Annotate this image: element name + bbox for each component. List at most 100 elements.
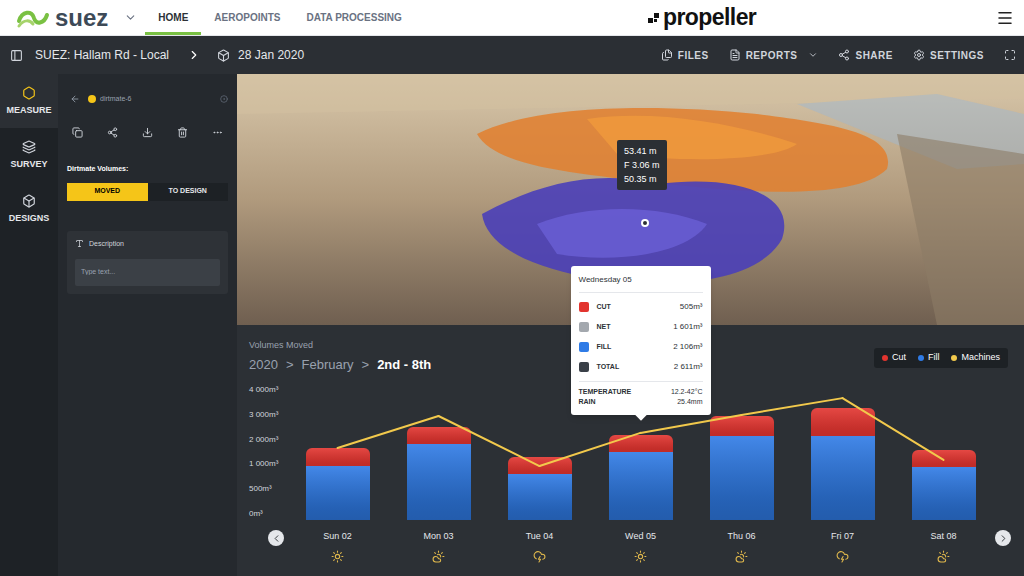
breadcrumb-item[interactable]: 2020	[249, 356, 278, 374]
description-card: Description	[67, 231, 228, 294]
toolbar-action[interactable]: FILES	[661, 48, 709, 63]
storm-weather-icon	[836, 550, 849, 563]
day-row: Sun 02Mon 03Tue 04Wed 05Thu 06Fri 07Sat …	[249, 530, 1012, 563]
app: suez HOMEAEROPOINTSDATA PROCESSING propell…	[0, 0, 1024, 576]
prev-week-button[interactable]	[268, 530, 284, 546]
day-label[interactable]: Fri 07	[792, 530, 893, 563]
side-panel: dirtmate-6Dirtmate Volumes:MOVEDTO DESIG…	[58, 74, 237, 576]
bar-column[interactable]	[893, 384, 994, 520]
toolbar-action[interactable]: SETTINGS	[913, 48, 984, 63]
right-group	[756, 0, 1024, 35]
description-input[interactable]	[75, 259, 220, 286]
nav-item[interactable]: DATA PROCESSING	[293, 0, 414, 35]
fill-bar[interactable]	[407, 444, 471, 520]
fill-bar[interactable]	[811, 436, 875, 520]
fill-bar[interactable]	[912, 467, 976, 520]
rail-item[interactable]: SURVEY	[0, 128, 58, 182]
rail-item[interactable]: MEASURE	[0, 74, 58, 128]
machines-segment	[843, 398, 944, 460]
machines-segment	[742, 398, 843, 415]
storm-weather-icon	[533, 550, 546, 563]
swatch	[579, 362, 589, 372]
bar-column[interactable]	[388, 384, 489, 520]
tool-icon[interactable]	[72, 127, 83, 138]
back-arrow-icon[interactable]	[70, 94, 80, 104]
bar-column[interactable]	[287, 384, 388, 520]
survey-date[interactable]: 28 Jan 2020	[238, 46, 304, 64]
fill-bar[interactable]	[710, 436, 774, 520]
action-icon	[913, 49, 925, 61]
rail-item[interactable]: DESIGNS	[0, 182, 58, 236]
day-label[interactable]: Wed 05	[590, 530, 691, 563]
logo-text: propeller	[663, 6, 756, 29]
bar-column[interactable]	[792, 384, 893, 520]
cut-bar[interactable]	[912, 450, 976, 467]
chevron-right-icon	[187, 48, 201, 62]
cut-bar[interactable]	[407, 427, 471, 444]
fill-bar[interactable]	[609, 452, 673, 520]
y-tick: 1 000m³	[249, 458, 287, 470]
day-label[interactable]: Sun 02	[287, 530, 388, 563]
toolbar-action[interactable]: REPORTS	[729, 48, 819, 63]
legend-item[interactable]: Machines	[951, 351, 1000, 365]
cut-bar[interactable]	[710, 416, 774, 436]
fullscreen-icon[interactable]	[1004, 49, 1016, 61]
tool-icon[interactable]	[142, 127, 153, 138]
fill-bar[interactable]	[306, 466, 370, 520]
dropdown-caret-icon	[808, 50, 818, 60]
item-name[interactable]: dirtmate-6	[100, 94, 132, 105]
machines-segment	[641, 415, 742, 433]
cloud-sun-weather-icon	[432, 550, 445, 563]
swatch	[579, 322, 589, 332]
marker-dot[interactable]	[641, 219, 649, 227]
day-label[interactable]: Thu 06	[691, 530, 792, 563]
sun-weather-icon	[331, 550, 344, 563]
day-label[interactable]: Mon 03	[388, 530, 489, 563]
tool-icon[interactable]	[212, 127, 223, 138]
left-rail: MEASURESURVEYDESIGNS	[0, 74, 58, 576]
breadcrumb-item[interactable]: 2nd - 8th	[377, 356, 431, 374]
left-group: suez HOMEAEROPOINTSDATA PROCESSING	[0, 0, 648, 35]
menu-icon[interactable]	[996, 9, 1014, 27]
action-icon	[729, 49, 741, 61]
fill-bar[interactable]	[508, 474, 572, 520]
top-bar: suez HOMEAEROPOINTSDATA PROCESSING propell…	[0, 0, 1024, 36]
cut-bar[interactable]	[306, 448, 370, 466]
y-tick: 0m³	[249, 508, 287, 520]
cloud-sun-weather-icon	[937, 550, 950, 563]
tooltip-row: TOTAL2 611m³	[579, 357, 703, 377]
tool-icon[interactable]	[177, 127, 188, 138]
day-label[interactable]: Sat 08	[893, 530, 994, 563]
mode-option[interactable]: MOVED	[67, 183, 148, 201]
plot-row: 4 000m³3 000m³2 000m³1 000m³500m³0m³Wedn…	[249, 384, 1012, 520]
nav-item[interactable]: AEROPOINTS	[201, 0, 293, 35]
suez-logo[interactable]: suez	[16, 6, 108, 30]
brand-dropdown-icon[interactable]	[124, 11, 137, 24]
day-label[interactable]: Tue 04	[489, 530, 590, 563]
tool-icon[interactable]	[107, 127, 118, 138]
toolbar-action[interactable]: SHARE	[838, 48, 893, 63]
legend: Cut Fill Machines	[874, 348, 1008, 368]
next-week-button[interactable]	[995, 530, 1011, 546]
machines-segment	[439, 416, 540, 466]
chevron-right-icon	[998, 533, 1009, 544]
project-toolbar: SUEZ: Hallam Rd - Local 28 Jan 2020 FILES R…	[0, 36, 1024, 74]
cut-bar[interactable]	[508, 457, 572, 474]
tooltip-row: CUT505m³	[579, 297, 703, 317]
bar-column[interactable]: Wednesday 05CUT505m³NET1 601m³FILL2 106m…	[590, 384, 691, 520]
rail-icon	[22, 194, 36, 208]
main-area: 53.41 mF 3.06 m50.35 mVolumes Moved2020>…	[237, 74, 1024, 576]
cube-icon	[217, 49, 230, 62]
nav-item[interactable]: HOME	[145, 0, 201, 35]
cut-bar[interactable]	[609, 435, 673, 451]
chart-title: Volumes Moved	[249, 339, 431, 351]
panel-toggle-icon[interactable]	[10, 49, 23, 62]
weather-row: TEMPERATURE12.2-42°C	[579, 387, 703, 397]
locate-icon[interactable]	[220, 95, 228, 103]
cut-bar[interactable]	[811, 408, 875, 436]
mode-option[interactable]: TO DESIGN	[148, 183, 229, 201]
breadcrumb-item[interactable]: February	[302, 356, 354, 374]
legend-item[interactable]: Fill	[918, 351, 940, 365]
legend-item[interactable]: Cut	[882, 351, 906, 365]
site-name[interactable]: SUEZ: Hallam Rd - Local	[35, 46, 169, 64]
